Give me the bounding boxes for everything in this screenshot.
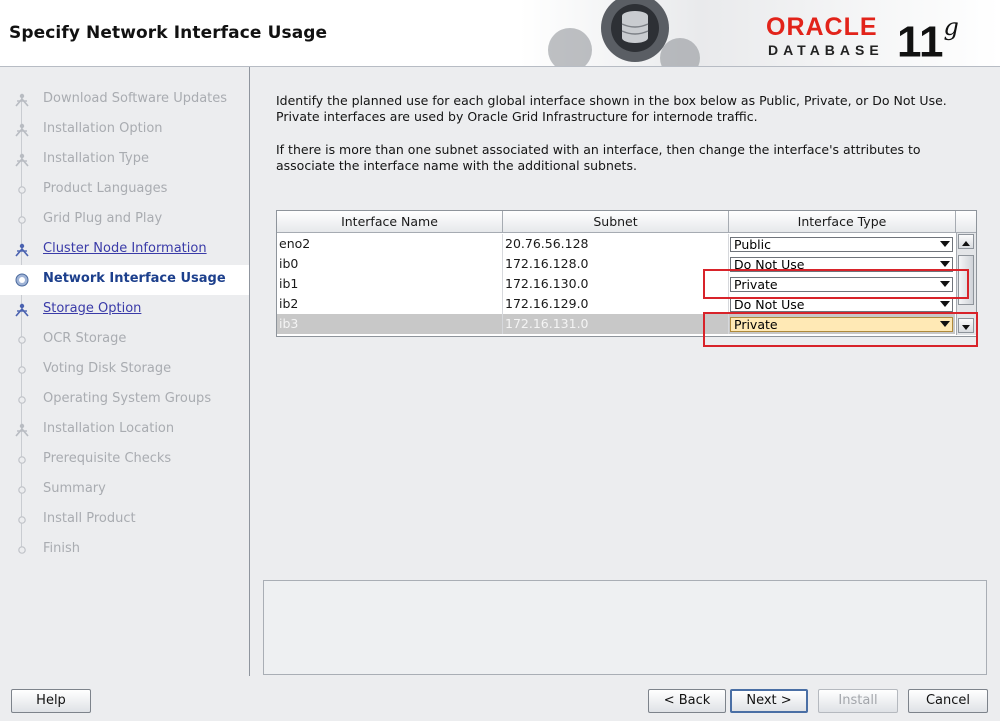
gears-icon: [548, 0, 700, 66]
pending-step-icon: [18, 216, 26, 224]
table-row[interactable]: eno2 20.76.56.128 Public: [277, 234, 955, 254]
current-step-icon: [15, 273, 29, 287]
next-button-label: Next >: [746, 693, 792, 708]
button-bar: Help < Back Next > Install Cancel: [0, 676, 1000, 721]
sidebar-item-label: Operating System Groups: [43, 391, 212, 406]
highlight-box-ib1: [703, 269, 969, 299]
sidebar-item-label: Voting Disk Storage: [43, 361, 172, 376]
version-logo: 11g: [897, 8, 959, 68]
dropdown-arrow-icon: [940, 241, 950, 247]
oracle-logo: ORACLE DATABASE: [766, 14, 886, 58]
sidebar-item-label: Product Languages: [43, 181, 168, 196]
page-title: Specify Network Interface Usage: [9, 23, 328, 43]
pending-step-icon: [18, 366, 26, 374]
sidebar-item-label: Install Product: [43, 511, 136, 526]
sidebar-item-installation-type: Installation Type: [0, 145, 249, 175]
sidebar-item-network-interface-usage[interactable]: Network Interface Usage: [0, 265, 249, 295]
sidebar-item-label: Network Interface Usage: [43, 271, 226, 286]
subnet-cell[interactable]: 172.16.130.0: [503, 274, 729, 294]
interface-type-value: Do Not Use: [734, 297, 805, 312]
scroll-up-button[interactable]: [958, 234, 974, 249]
sidebar-item-label: Summary: [43, 481, 106, 496]
sidebar-item-label: Installation Option: [43, 121, 163, 136]
back-button[interactable]: < Back: [648, 689, 726, 713]
interface-type-dropdown[interactable]: Public: [730, 237, 953, 252]
interface-name-cell[interactable]: ib2: [277, 294, 503, 314]
sidebar-item-grid-plug-and-play: Grid Plug and Play: [0, 205, 249, 235]
pending-step-icon: [18, 186, 26, 194]
pending-step-icon: [18, 546, 26, 554]
pending-step-icon: [18, 456, 26, 464]
person-step-icon: [15, 243, 29, 257]
sidebar-item-summary: Summary: [0, 475, 249, 505]
person-step-icon: [15, 303, 29, 317]
instruction-text-2: If there is more than one subnet associa…: [276, 142, 921, 173]
sidebar-item-storage-option[interactable]: Storage Option: [0, 295, 249, 325]
sidebar-item-label: Finish: [43, 541, 81, 556]
subnet-cell[interactable]: 172.16.129.0: [503, 294, 729, 314]
dropdown-arrow-icon: [940, 261, 950, 267]
sidebar-item-installation-option: Installation Option: [0, 115, 249, 145]
steps-sidebar: Download Software Updates Installation Op…: [0, 67, 250, 676]
pending-step-icon: [18, 486, 26, 494]
sidebar-item-product-languages: Product Languages: [0, 175, 249, 205]
next-button[interactable]: Next >: [730, 689, 808, 713]
subnet-cell[interactable]: 172.16.128.0: [503, 254, 729, 274]
sidebar-item-label: Installation Location: [43, 421, 175, 436]
sidebar-item-label: Download Software Updates: [43, 91, 228, 106]
column-header-corner: [956, 211, 976, 233]
chevron-up-icon: [962, 241, 970, 246]
sidebar-item-cluster-node-information[interactable]: Cluster Node Information: [0, 235, 249, 265]
column-header-subnet[interactable]: Subnet: [503, 211, 729, 233]
sidebar-item-download-software-updates: Download Software Updates: [0, 85, 249, 115]
subnet-cell[interactable]: 20.76.56.128: [503, 234, 729, 254]
sidebar-item-operating-system-groups: Operating System Groups: [0, 385, 249, 415]
sidebar-item-installation-location: Installation Location: [0, 415, 249, 445]
version-number: 11: [897, 17, 944, 67]
install-button[interactable]: Install: [818, 689, 898, 713]
main-content: Identify the planned use for each global…: [250, 67, 1000, 676]
interface-name-cell[interactable]: eno2: [277, 234, 503, 254]
sidebar-item-install-product: Install Product: [0, 505, 249, 535]
sidebar-item-label: Grid Plug and Play: [43, 211, 163, 226]
interface-type-dropdown[interactable]: Do Not Use: [730, 297, 953, 312]
cancel-button-label: Cancel: [925, 693, 971, 708]
install-button-label: Install: [838, 693, 878, 708]
pending-step-icon: [18, 396, 26, 404]
interface-name-cell[interactable]: ib1: [277, 274, 503, 294]
interface-name-cell[interactable]: ib0: [277, 254, 503, 274]
cancel-button[interactable]: Cancel: [908, 689, 988, 713]
column-header-interface-name[interactable]: Interface Name: [277, 211, 503, 233]
sidebar-item-prerequisite-checks: Prerequisite Checks: [0, 445, 249, 475]
highlight-box-ib3: [703, 312, 978, 347]
sidebar-item-label: OCR Storage: [43, 331, 127, 346]
interface-type-value: Public: [734, 237, 771, 252]
help-button-label: Help: [36, 693, 66, 708]
help-button[interactable]: Help: [11, 689, 91, 713]
oracle-logo-database: DATABASE: [768, 42, 884, 58]
version-letter: g: [943, 13, 959, 41]
instruction-text-1: Identify the planned use for each global…: [276, 93, 947, 124]
sidebar-item-label: Prerequisite Checks: [43, 451, 172, 466]
pending-step-icon: [18, 336, 26, 344]
person-step-icon: [15, 423, 29, 437]
sidebar-item-label: Storage Option: [43, 301, 142, 316]
header-banner: Specify Network Interface Usage ORACLE D…: [0, 0, 1000, 67]
sidebar-item-label: Installation Type: [43, 151, 149, 166]
person-step-icon: [15, 123, 29, 137]
pending-step-icon: [18, 516, 26, 524]
oracle-logo-word: ORACLE: [766, 13, 878, 41]
message-panel: [263, 580, 987, 675]
sidebar-item-finish: Finish: [0, 535, 249, 565]
sidebar-item-voting-disk-storage: Voting Disk Storage: [0, 355, 249, 385]
person-step-icon: [15, 93, 29, 107]
subnet-cell[interactable]: 172.16.131.0: [503, 314, 729, 334]
column-header-interface-type[interactable]: Interface Type: [729, 211, 956, 233]
sidebar-item-ocr-storage: OCR Storage: [0, 325, 249, 355]
back-button-label: < Back: [663, 693, 711, 708]
person-step-icon: [15, 153, 29, 167]
interface-name-cell[interactable]: ib3: [277, 314, 503, 334]
dropdown-arrow-icon: [940, 301, 950, 307]
sidebar-item-label: Cluster Node Information: [43, 241, 207, 256]
